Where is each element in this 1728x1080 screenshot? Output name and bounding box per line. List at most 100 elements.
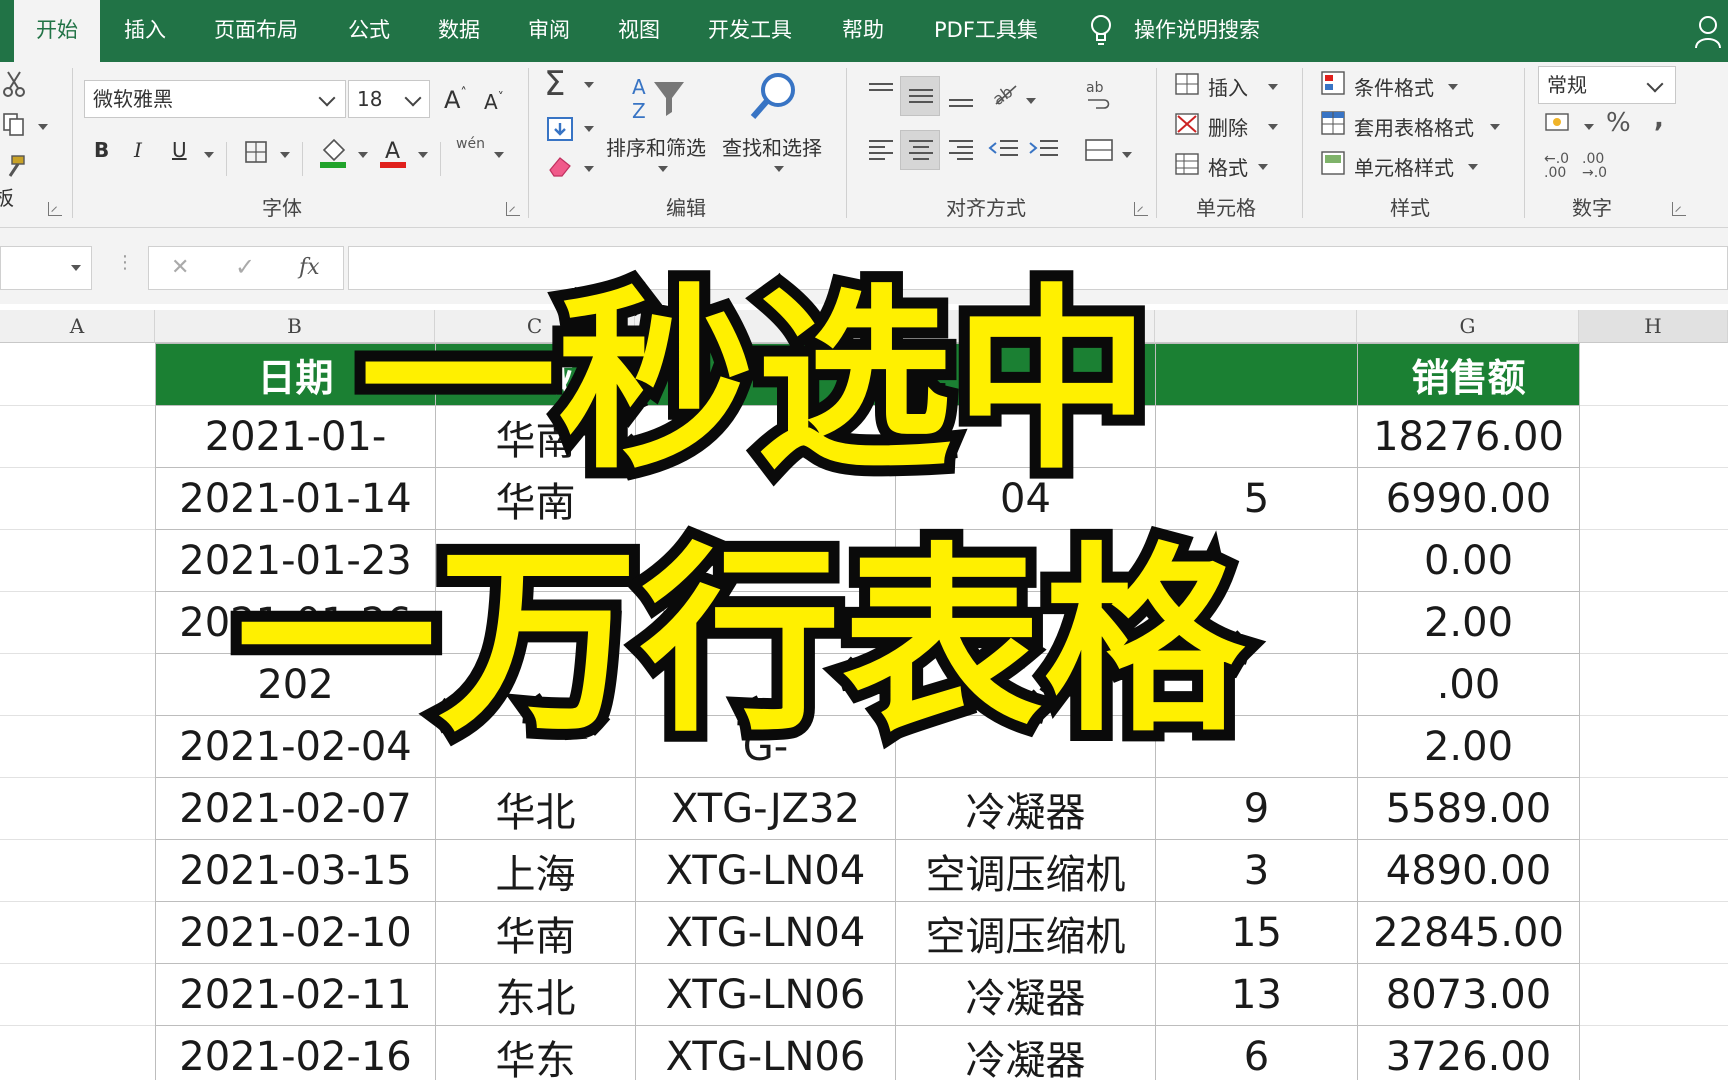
column-header-g[interactable]: G: [1357, 310, 1579, 343]
insert-cells-button[interactable]: 插入: [1208, 72, 1248, 101]
wrap-text-icon[interactable]: ab: [1084, 76, 1114, 110]
middle-align-icon[interactable]: [906, 80, 936, 110]
merge-center-icon[interactable]: [1084, 136, 1114, 164]
sort-filter-button[interactable]: 排序和筛选: [606, 132, 706, 161]
tab-developer[interactable]: 开发工具: [708, 0, 792, 62]
cell-sales-amount[interactable]: 0.00: [1357, 529, 1580, 592]
sort-filter-icon[interactable]: A Z: [630, 72, 686, 126]
cell-model[interactable]: XTG-LN06: [635, 1025, 896, 1080]
increase-indent-icon[interactable]: [1028, 136, 1060, 164]
cell-region[interactable]: 华北: [435, 777, 636, 840]
delete-cells-icon[interactable]: [1174, 112, 1202, 138]
format-cells-icon[interactable]: [1174, 152, 1202, 178]
tab-review[interactable]: 审阅: [528, 0, 570, 62]
column-header-f[interactable]: [1155, 310, 1357, 343]
cell-sales-amount[interactable]: 2.00: [1357, 591, 1580, 654]
tab-insert[interactable]: 插入: [124, 0, 166, 62]
delete-cells-button[interactable]: 删除: [1208, 112, 1248, 141]
conditional-format-icon[interactable]: [1320, 70, 1348, 98]
cell-date[interactable]: 2021-03-15: [155, 839, 436, 902]
cell-sales-amount[interactable]: 3726.00: [1357, 1025, 1580, 1080]
font-color-icon[interactable]: A: [378, 136, 408, 170]
orientation-icon[interactable]: ab: [990, 78, 1020, 108]
font-size-combo[interactable]: 18: [348, 80, 430, 118]
find-select-dropdown-caret[interactable]: [774, 166, 784, 172]
find-select-button[interactable]: 查找和选择: [722, 132, 822, 161]
cell-date[interactable]: 2021-02-10: [155, 901, 436, 964]
format-as-table-icon[interactable]: [1320, 110, 1348, 138]
top-align-icon[interactable]: [866, 80, 896, 106]
borders-icon[interactable]: [244, 140, 268, 164]
decrease-decimal-icon[interactable]: .00 →.0: [1582, 152, 1607, 180]
orientation-dropdown-caret[interactable]: [1026, 98, 1036, 104]
clipboard-launcher-icon[interactable]: [48, 202, 62, 216]
clear-dropdown-caret[interactable]: [584, 166, 594, 172]
fill-color-icon[interactable]: [318, 136, 348, 170]
cell-region[interactable]: 东北: [435, 963, 636, 1026]
user-icon[interactable]: [1694, 14, 1726, 50]
header-sales-amount[interactable]: 销售额: [1357, 343, 1580, 406]
cell-styles-dropdown-caret[interactable]: [1468, 164, 1478, 170]
copy-dropdown-caret[interactable]: [38, 124, 48, 130]
tab-page-layout[interactable]: 页面布局: [214, 0, 298, 62]
insert-function-icon[interactable]: fx: [299, 255, 320, 280]
number-launcher-icon[interactable]: [1672, 202, 1686, 216]
phonetic-guide-button[interactable]: wén: [456, 136, 485, 152]
align-center-icon[interactable]: [906, 136, 936, 164]
autosum-dropdown-caret[interactable]: [584, 82, 594, 88]
cell-model[interactable]: XTG-LN04: [635, 901, 896, 964]
accounting-format-icon[interactable]: [1544, 110, 1574, 138]
autosum-icon[interactable]: Σ: [544, 64, 565, 104]
conditional-format-button[interactable]: 条件格式: [1354, 72, 1434, 101]
align-left-icon[interactable]: [866, 136, 896, 164]
decrease-font-size-icon[interactable]: A˅: [484, 90, 504, 114]
cell-region[interactable]: 华南: [435, 901, 636, 964]
alignment-launcher-icon[interactable]: [1134, 202, 1148, 216]
tab-view[interactable]: 视图: [618, 0, 660, 62]
cut-icon[interactable]: [2, 70, 28, 100]
cell-sales-amount[interactable]: 8073.00: [1357, 963, 1580, 1026]
confirm-entry-icon[interactable]: ✓: [235, 253, 255, 281]
increase-font-size-icon[interactable]: A˄: [444, 86, 467, 114]
cell-quantity[interactable]: 13: [1155, 963, 1358, 1026]
tab-help[interactable]: 帮助: [842, 0, 884, 62]
cell-date[interactable]: 2021-02-11: [155, 963, 436, 1026]
underline-button[interactable]: U: [172, 138, 187, 162]
format-painter-icon[interactable]: [2, 154, 28, 180]
clear-eraser-icon[interactable]: [546, 154, 574, 178]
format-as-table-button[interactable]: 套用表格格式: [1354, 112, 1474, 141]
fill-dropdown-caret[interactable]: [584, 126, 594, 132]
tab-pdf-tools[interactable]: PDF工具集: [934, 0, 1038, 62]
font-color-dropdown-caret[interactable]: [418, 152, 428, 158]
insert-cells-dropdown-caret[interactable]: [1268, 84, 1278, 90]
accounting-dropdown-caret[interactable]: [1584, 124, 1594, 130]
fill-down-icon[interactable]: [546, 116, 574, 142]
font-launcher-icon[interactable]: [506, 202, 520, 216]
cell-quantity[interactable]: 15: [1155, 901, 1358, 964]
cell-quantity[interactable]: 5: [1155, 467, 1358, 530]
tab-formulas[interactable]: 公式: [348, 0, 390, 62]
comma-style-button[interactable]: ,: [1654, 104, 1664, 134]
cell-sales-amount[interactable]: 18276.00: [1357, 405, 1580, 468]
format-cells-button[interactable]: 格式: [1208, 152, 1248, 181]
copy-icon[interactable]: [2, 112, 26, 138]
cell-date[interactable]: 2021-02-07: [155, 777, 436, 840]
cancel-entry-icon[interactable]: ✕: [171, 255, 189, 280]
cell-sales-amount[interactable]: 5589.00: [1357, 777, 1580, 840]
cell-sales-amount[interactable]: .00: [1357, 653, 1580, 716]
cell-model[interactable]: XTG-LN06: [635, 963, 896, 1026]
number-format-combo[interactable]: 常规: [1538, 66, 1676, 104]
name-box[interactable]: [0, 246, 92, 290]
font-name-combo[interactable]: 微软雅黑: [84, 80, 346, 118]
insert-cells-icon[interactable]: [1174, 72, 1202, 98]
tab-home[interactable]: 开始: [14, 0, 100, 62]
percent-style-button[interactable]: %: [1606, 108, 1631, 138]
tell-me-search[interactable]: 操作说明搜索: [1134, 0, 1260, 62]
decrease-indent-icon[interactable]: [988, 136, 1020, 164]
borders-dropdown-caret[interactable]: [280, 152, 290, 158]
bottom-align-icon[interactable]: [946, 86, 976, 112]
name-box-dropdown-caret[interactable]: [71, 265, 81, 271]
format-as-table-dropdown-caret[interactable]: [1490, 124, 1500, 130]
cell-quantity[interactable]: [1155, 405, 1358, 468]
conditional-format-dropdown-caret[interactable]: [1448, 84, 1458, 90]
